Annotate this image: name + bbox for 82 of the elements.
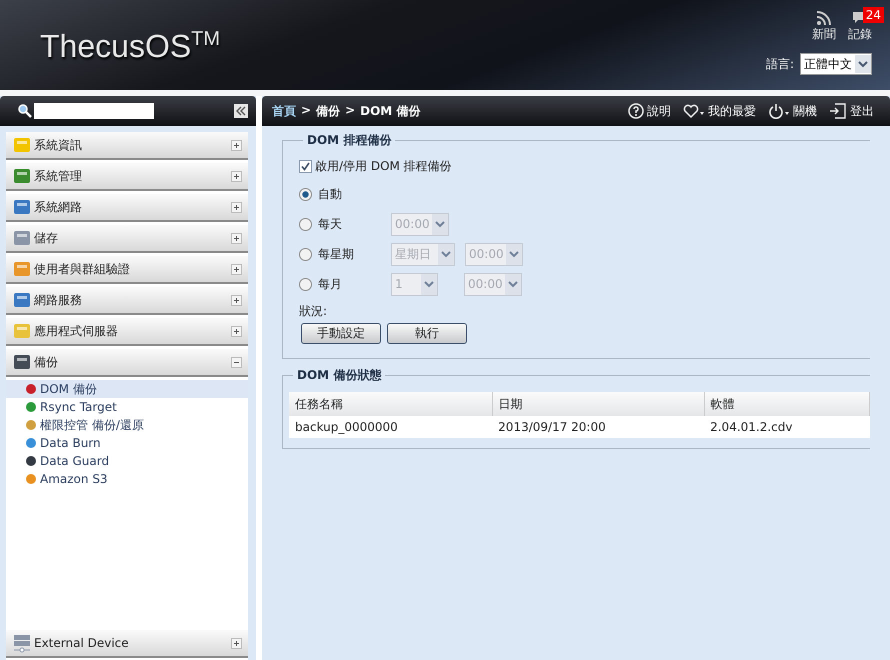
expand-toggle-icon[interactable] xyxy=(231,202,242,212)
radio-icon xyxy=(299,248,312,260)
submenu-item[interactable]: DOM 備份 xyxy=(6,380,248,398)
caret-icon xyxy=(855,55,871,73)
expand-toggle-icon[interactable] xyxy=(231,638,242,648)
help-icon xyxy=(628,103,644,119)
collapse-icon[interactable] xyxy=(234,104,248,118)
breadcrumb-separator: > xyxy=(345,102,356,118)
expand-toggle-icon[interactable] xyxy=(231,232,242,244)
submenu-item[interactable]: Data Burn xyxy=(6,434,248,452)
breadcrumb-item: 備份 xyxy=(316,102,340,120)
schedule-radio[interactable]: 每天 xyxy=(299,216,391,232)
submenu-item[interactable]: Rsync Target xyxy=(6,398,248,416)
sidebar-menu-item[interactable]: 系統管理 xyxy=(6,163,248,191)
category-icon xyxy=(12,166,32,186)
category-icon xyxy=(12,321,32,341)
breadcrumb-separator: > xyxy=(301,102,312,118)
submenu-item[interactable]: 權限控管 備份/還原 xyxy=(6,416,248,434)
column-header: 軟體 xyxy=(704,392,870,416)
search-field[interactable] xyxy=(34,103,154,119)
category-icon xyxy=(12,135,32,155)
category-icon xyxy=(12,228,32,248)
sidebar-menu-item[interactable]: 網路服務 xyxy=(6,287,248,315)
sidebar-menu-item[interactable]: 系統網路 xyxy=(6,194,248,222)
enable-checkbox[interactable]: 啟用/停用 DOM 排程備份 xyxy=(299,153,870,179)
submenu-item[interactable]: Amazon S3 xyxy=(6,470,248,488)
category-icon xyxy=(12,197,32,217)
expand-toggle-icon[interactable] xyxy=(231,326,242,336)
sidebar-menu-item[interactable]: 使用者與群組驗證 xyxy=(6,256,248,284)
rss-icon xyxy=(816,10,832,26)
power-icon xyxy=(768,103,790,119)
caret-icon xyxy=(421,274,437,294)
toolbar-action[interactable]: 我的最愛 xyxy=(683,102,756,120)
expand-toggle-icon[interactable] xyxy=(231,170,242,182)
submenu-item[interactable]: Data Guard xyxy=(6,452,248,470)
sidebar-menu-item[interactable]: 儲存 xyxy=(6,225,248,253)
caret-icon xyxy=(506,244,522,264)
count-badge: 24 xyxy=(862,7,884,23)
status-label: 狀況: xyxy=(299,302,328,320)
collapse-toggle-icon[interactable] xyxy=(231,356,242,368)
table-cell: 2.04.01.2.cdv xyxy=(704,416,870,438)
caret-icon xyxy=(432,214,448,234)
toolbar-action[interactable]: 登出 xyxy=(829,102,874,120)
action-button[interactable]: 執行 xyxy=(387,323,467,344)
expand-toggle-icon[interactable] xyxy=(231,140,242,150)
toolbar-action[interactable]: 關機 xyxy=(768,102,817,120)
radio-icon xyxy=(299,218,312,230)
language-label: 語言: xyxy=(766,56,794,72)
breadcrumb-item: DOM 備份 xyxy=(360,102,420,120)
category-icon xyxy=(12,290,32,310)
schedule-radio[interactable]: 每星期 xyxy=(299,246,391,262)
section-title: DOM 備份狀態 xyxy=(296,367,382,384)
schedule-radio[interactable]: 每月 xyxy=(299,276,391,292)
schedule-radio[interactable]: 自動 xyxy=(299,186,391,202)
table-cell: backup_0000000 xyxy=(289,416,492,438)
toolbar-action[interactable]: 說明 xyxy=(628,102,671,120)
sidebar-menu-item[interactable]: 備份 xyxy=(6,349,248,377)
expand-toggle-icon[interactable] xyxy=(231,294,242,306)
storage-icon xyxy=(12,633,32,653)
news-link[interactable]: 新聞 xyxy=(812,10,836,43)
radio-icon xyxy=(299,278,312,290)
column-header: 任務名稱 xyxy=(289,392,492,416)
language-dropdown[interactable]: 正體中文 xyxy=(800,53,872,75)
search-icon xyxy=(18,104,32,118)
exit-icon xyxy=(829,103,847,119)
section-title: DOM 排程備份 xyxy=(306,132,392,149)
column-header: 日期 xyxy=(492,392,704,416)
category-icon xyxy=(12,259,32,279)
heart-icon xyxy=(683,103,705,119)
checkbox-icon xyxy=(299,160,312,172)
radio-icon xyxy=(299,188,312,200)
sidebar-menu-item[interactable]: 應用程式伺服器 xyxy=(6,318,248,346)
expand-toggle-icon[interactable] xyxy=(231,264,242,274)
caret-icon xyxy=(505,274,521,294)
breadcrumb-link[interactable]: 首頁 xyxy=(272,102,296,120)
sidebar-menu-item[interactable]: 系統資訊 xyxy=(6,132,248,160)
action-button[interactable]: 手動設定 xyxy=(301,323,381,344)
caret-icon xyxy=(438,244,454,264)
sidebar-menu-item[interactable]: External Device xyxy=(6,630,248,658)
table-cell: 2013/09/17 20:00 xyxy=(492,416,704,438)
category-icon xyxy=(12,352,32,372)
logo-text: ThecusOS$^{TM}$ xyxy=(39,27,220,66)
